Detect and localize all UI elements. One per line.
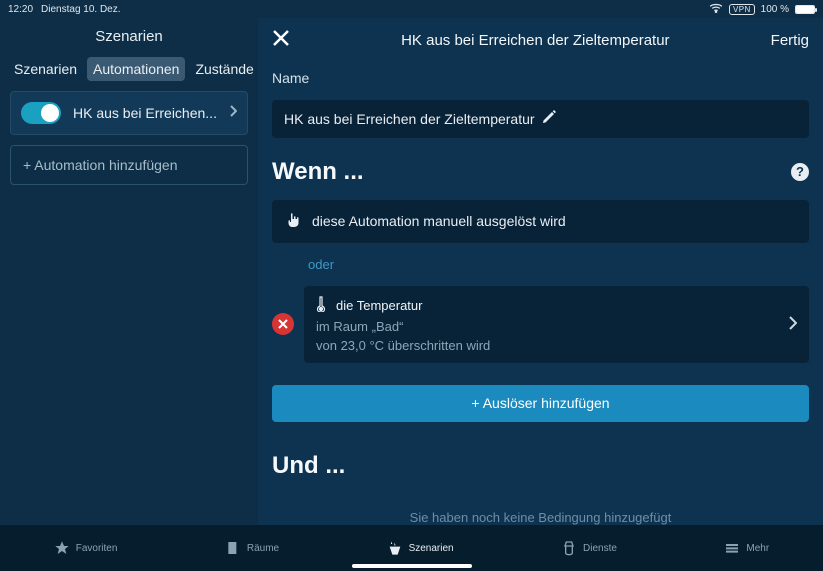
battery-icon: [795, 5, 815, 14]
tab-rooms[interactable]: Räume: [225, 540, 279, 556]
or-label: oder: [272, 257, 809, 272]
tab-scenarios[interactable]: Szenarien: [387, 540, 454, 556]
battery-pct: 100 %: [761, 4, 789, 15]
delete-trigger-button[interactable]: [272, 313, 294, 335]
trigger-line2: im Raum „Bad“: [316, 319, 778, 334]
automation-item-label: HK aus bei Erreichen...: [73, 105, 217, 121]
tab-services-label: Dienste: [583, 543, 617, 554]
trigger-line3: von 23,0 °C überschritten wird: [316, 338, 778, 353]
add-automation-button[interactable]: + Automation hinzufügen: [10, 145, 248, 185]
status-bar: 12:20 Dienstag 10. Dez. VPN 100 %: [0, 0, 823, 18]
tab-more[interactable]: Mehr: [724, 540, 769, 556]
wifi-icon: [709, 3, 723, 16]
und-heading: Und ...: [272, 436, 809, 480]
temperature-trigger-card[interactable]: die Temperatur im Raum „Bad“ von 23,0 °C…: [304, 286, 809, 363]
hand-pointer-icon: [286, 212, 300, 231]
close-icon[interactable]: [272, 27, 300, 53]
detail-title: HK aus bei Erreichen der Zieltemperatur: [300, 32, 771, 49]
done-button[interactable]: Fertig: [771, 32, 809, 49]
chevron-right-icon: [788, 314, 797, 335]
no-condition-placeholder: Sie haben noch keine Bedingung hinzugefü…: [272, 494, 809, 525]
name-value: HK aus bei Erreichen der Zieltemperatur: [284, 111, 541, 127]
trigger-row: die Temperatur im Raum „Bad“ von 23,0 °C…: [272, 286, 809, 363]
tab-scenarios-label: Szenarien: [409, 543, 454, 554]
tab-scenarios[interactable]: Szenarien: [8, 57, 83, 81]
tab-automations[interactable]: Automationen: [87, 57, 185, 81]
tab-rooms-label: Räume: [247, 543, 279, 554]
tab-favorites[interactable]: Favoriten: [54, 540, 118, 556]
sidebar-tabs: Szenarien Automationen Zustände: [0, 57, 258, 91]
manual-trigger-label: diese Automation manuell ausgelöst wird: [312, 213, 566, 229]
status-date: Dienstag 10. Dez.: [41, 4, 121, 15]
bottom-tab-bar: Favoriten Räume Szenarien Dienste Mehr: [0, 525, 823, 571]
sidebar: Szenarien Szenarien Automationen Zuständ…: [0, 18, 258, 525]
help-icon[interactable]: ?: [791, 163, 809, 181]
tab-services[interactable]: Dienste: [561, 540, 617, 556]
tab-more-label: Mehr: [746, 543, 769, 554]
home-indicator: [352, 564, 472, 568]
name-field-row[interactable]: HK aus bei Erreichen der Zieltemperatur: [272, 100, 809, 138]
thermometer-icon: [316, 296, 326, 315]
sidebar-title: Szenarien: [0, 18, 258, 57]
name-label: Name: [272, 62, 809, 86]
wenn-heading: Wenn ...: [272, 158, 364, 186]
manual-trigger-card[interactable]: diese Automation manuell ausgelöst wird: [272, 200, 809, 243]
chevron-right-icon: [229, 104, 237, 122]
status-time: 12:20: [8, 4, 33, 15]
toggle-switch[interactable]: [21, 102, 61, 124]
tab-favorites-label: Favoriten: [76, 543, 118, 554]
pencil-icon[interactable]: [541, 109, 798, 128]
trigger-line1: die Temperatur: [336, 298, 422, 313]
vpn-badge: VPN: [729, 4, 755, 15]
automation-list-item[interactable]: HK aus bei Erreichen...: [10, 91, 248, 135]
add-trigger-button[interactable]: + Auslöser hinzufügen: [272, 385, 809, 423]
detail-panel: HK aus bei Erreichen der Zieltemperatur …: [258, 18, 823, 525]
tab-states[interactable]: Zustände: [189, 57, 259, 81]
